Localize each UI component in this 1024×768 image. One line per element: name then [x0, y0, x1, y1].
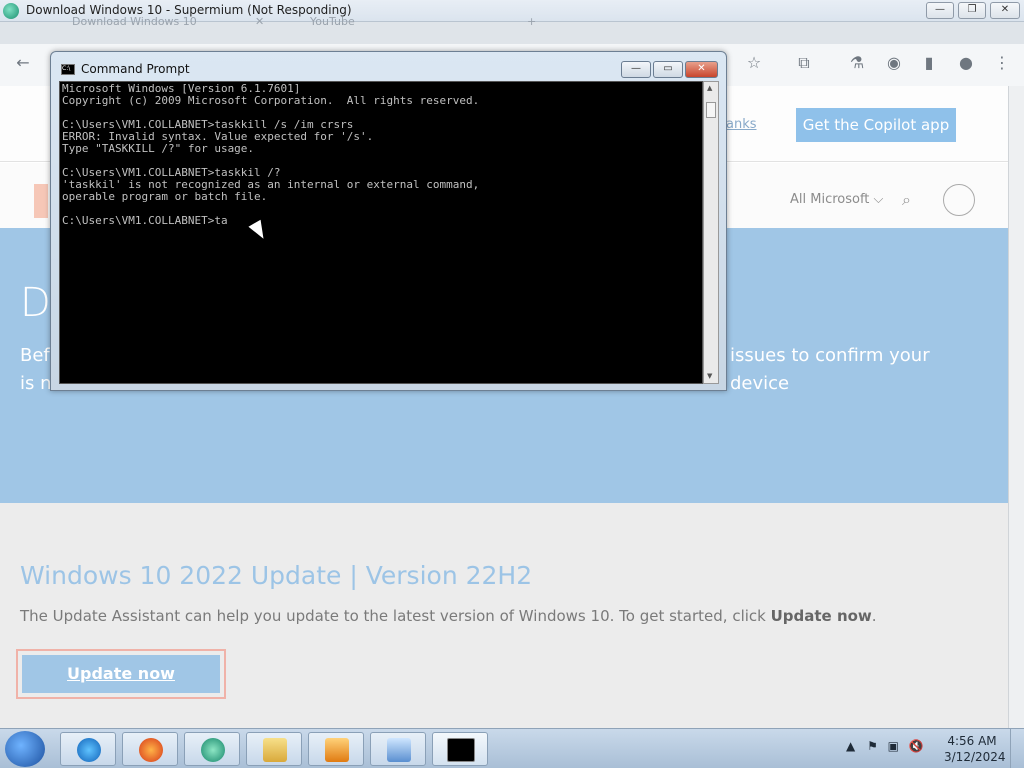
- network-icon[interactable]: ▣: [888, 739, 899, 753]
- taskbar-internet-explorer[interactable]: [60, 732, 116, 766]
- scroll-thumb[interactable]: [706, 102, 716, 118]
- close-button[interactable]: ✕: [990, 2, 1020, 19]
- update-description: The Update Assistant can help you update…: [20, 607, 877, 625]
- cmd-title: Command Prompt: [81, 62, 190, 76]
- cmd-icon: C:\: [61, 64, 75, 75]
- tray-expand-icon[interactable]: ▲: [846, 739, 855, 753]
- sidebar-icon[interactable]: ▮: [918, 52, 940, 74]
- hero-desc-right: issues to confirm your device: [730, 345, 930, 394]
- back-icon[interactable]: ←: [12, 52, 34, 74]
- taskbar-firefox[interactable]: [122, 732, 178, 766]
- desktop: Download Windows 10 - Supermium (Not Res…: [0, 0, 1024, 768]
- microsoft-logo-icon[interactable]: [34, 184, 48, 218]
- extensions-icon[interactable]: ⧉: [793, 52, 815, 74]
- flask-icon[interactable]: ⚗: [846, 52, 868, 74]
- account-icon[interactable]: [943, 184, 975, 216]
- command-prompt-icon: [447, 738, 475, 762]
- update-section: Windows 10 2022 Update | Version 22H2 Th…: [0, 503, 1008, 728]
- search-icon[interactable]: ⌕: [902, 190, 911, 210]
- taskbar-control-panel[interactable]: [370, 732, 426, 766]
- cmd-minimize-button[interactable]: —: [621, 61, 651, 78]
- scroll-down-icon[interactable]: ▼: [707, 372, 712, 380]
- get-copilot-button[interactable]: Get the Copilot app: [796, 108, 956, 142]
- update-heading: Windows 10 2022 Update | Version 22H2: [20, 561, 533, 590]
- folder-icon: [263, 738, 287, 762]
- cmd-restore-button[interactable]: ▭: [653, 61, 683, 78]
- firefox-icon: [139, 738, 163, 762]
- menu-icon[interactable]: ⋮: [991, 52, 1013, 74]
- clock-time: 4:56 AM: [947, 734, 997, 748]
- scroll-up-icon[interactable]: ▲: [707, 84, 712, 92]
- clock-date: 3/12/2024: [944, 750, 1006, 764]
- all-microsoft-menu[interactable]: All Microsoft ⌵: [790, 192, 883, 207]
- console-text: Microsoft Windows [Version 6.1.7601] Cop…: [62, 82, 480, 227]
- supermium-icon: [3, 3, 19, 19]
- cmd-close-button[interactable]: ✕: [685, 61, 718, 78]
- taskbar-supermium[interactable]: [184, 732, 240, 766]
- system-tray: ▲ ⚑ ▣ 🔇: [846, 739, 924, 753]
- minimize-button[interactable]: —: [926, 2, 954, 19]
- volume-muted-icon[interactable]: 🔇: [909, 739, 924, 753]
- taskbar-media-player[interactable]: [308, 732, 364, 766]
- restore-button[interactable]: ❐: [958, 2, 986, 19]
- command-prompt-window[interactable]: C:\ Command Prompt — ▭ ✕ Microsoft Windo…: [50, 51, 727, 391]
- star-icon[interactable]: ☆: [743, 52, 765, 74]
- clock[interactable]: 4:56 AM 3/12/2024: [944, 733, 1006, 765]
- profile-icon[interactable]: ●: [955, 52, 977, 74]
- update-now-button-frame[interactable]: Update now: [16, 649, 226, 699]
- console-output[interactable]: Microsoft Windows [Version 6.1.7601] Cop…: [59, 81, 703, 384]
- control-panel-icon: [387, 738, 411, 762]
- tab-youtube[interactable]: YouTube: [310, 16, 355, 44]
- ad-icon[interactable]: ◉: [883, 52, 905, 74]
- show-desktop-button[interactable]: [1010, 729, 1024, 768]
- new-tab-icon[interactable]: +: [527, 16, 536, 44]
- taskbar: ▲ ⚑ ▣ 🔇 4:56 AM 3/12/2024: [0, 728, 1024, 768]
- cmd-scrollbar[interactable]: ▲ ▼: [703, 81, 719, 384]
- promo-link[interactable]: anks: [726, 117, 757, 132]
- hero-desc-line2: is n: [20, 373, 52, 394]
- page-scrollbar[interactable]: [1008, 86, 1024, 728]
- taskbar-command-prompt[interactable]: [432, 732, 488, 766]
- supermium-taskbar-icon: [201, 738, 225, 762]
- internet-explorer-icon: [77, 738, 101, 762]
- update-desc-bold: Update now: [770, 607, 872, 625]
- update-desc-suffix: .: [871, 607, 877, 625]
- start-button[interactable]: [5, 731, 45, 767]
- tab-strip: Download Windows 10 ✕ YouTube +: [0, 16, 1024, 44]
- taskbar-file-explorer[interactable]: [246, 732, 302, 766]
- update-desc-text: The Update Assistant can help you update…: [20, 607, 771, 625]
- tab-download-windows[interactable]: Download Windows 10: [72, 16, 197, 44]
- action-center-flag-icon[interactable]: ⚑: [867, 739, 878, 753]
- update-now-button[interactable]: Update now: [22, 655, 220, 693]
- tab-close-icon[interactable]: ✕: [255, 16, 264, 44]
- media-player-icon: [325, 738, 349, 762]
